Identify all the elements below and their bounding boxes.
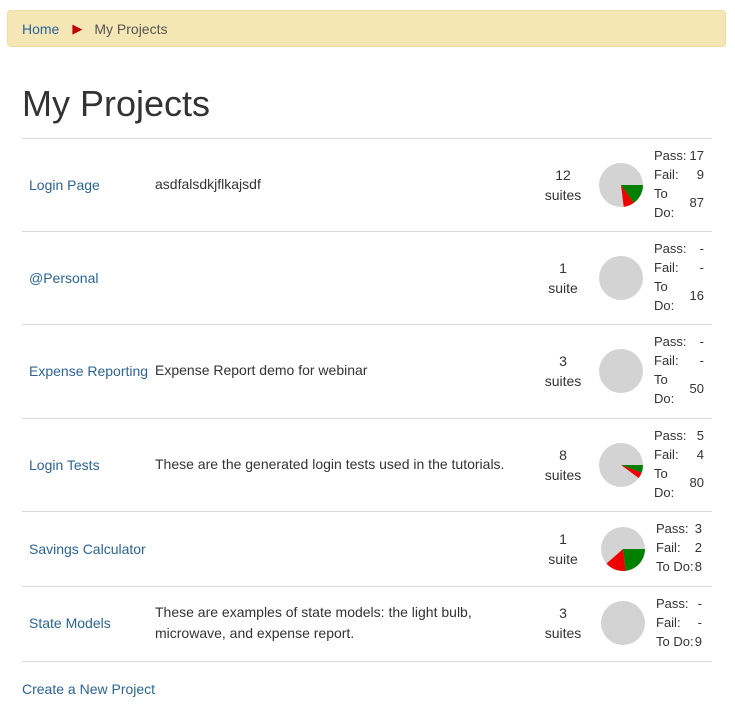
test-stats: Pass: 3 Fail: 2 To Do: 8: [656, 519, 702, 576]
fail-label: Fail:: [654, 447, 679, 462]
pass-label: Pass:: [654, 334, 687, 349]
create-new-project-link[interactable]: Create a New Project: [22, 681, 155, 697]
todo-count: 16: [689, 288, 704, 303]
project-list: Login Page asdfalsdkjflkajsdf 12 suites …: [22, 138, 712, 662]
suite-count-number: 1: [559, 531, 567, 547]
project-name-link[interactable]: Expense Reporting: [29, 363, 148, 379]
fail-count: 2: [694, 540, 702, 555]
fail-label: Fail:: [654, 260, 679, 275]
test-status-pie-chart: [599, 163, 643, 207]
project-name-link[interactable]: Login Page: [29, 177, 100, 193]
pass-label: Pass:: [654, 428, 687, 443]
fail-count: -: [699, 260, 704, 275]
suite-count-number: 3: [559, 353, 567, 369]
project-row: Savings Calculator 1 suite Pass: 3 Fail: 2…: [22, 512, 712, 587]
fail-count: -: [697, 615, 702, 630]
pass-label: Pass:: [654, 148, 687, 163]
todo-label: To Do:: [654, 186, 675, 220]
todo-count: 87: [689, 195, 704, 210]
fail-count: -: [699, 353, 704, 368]
pie-slice-todo: [599, 349, 643, 393]
fail-label: Fail:: [656, 540, 681, 555]
suite-count-unit: suite: [548, 280, 578, 296]
suite-count-number: 12: [555, 167, 571, 183]
pie-slice-pass: [623, 549, 645, 571]
todo-label: To Do:: [654, 372, 675, 406]
breadcrumb-home-link[interactable]: Home: [22, 21, 59, 37]
project-row: Login Page asdfalsdkjflkajsdf 12 suites …: [22, 139, 712, 232]
pass-label: Pass:: [656, 596, 689, 611]
fail-label: Fail:: [654, 353, 679, 368]
todo-count: 50: [689, 381, 704, 396]
suite-count-unit: suites: [544, 373, 582, 389]
todo-label: To Do:: [656, 634, 694, 649]
project-description: These are the generated login tests used…: [155, 456, 505, 472]
breadcrumb-separator-icon: ▶: [72, 20, 83, 36]
pass-count: 3: [694, 521, 702, 536]
project-description: These are examples of state models: the …: [155, 604, 472, 641]
fail-count: 9: [696, 167, 704, 182]
test-status-pie-chart: [601, 527, 645, 572]
pass-count: 17: [689, 148, 704, 163]
page-title: My Projects: [22, 83, 211, 124]
project-row: Login Tests These are the generated logi…: [22, 419, 712, 512]
fail-count: 4: [696, 447, 704, 462]
todo-count: 9: [694, 634, 702, 649]
project-row: Expense Reporting Expense Report demo fo…: [22, 325, 712, 419]
pass-count: -: [697, 596, 702, 611]
pass-label: Pass:: [656, 521, 689, 536]
pass-count: -: [699, 334, 704, 349]
test-status-pie-chart: [599, 349, 643, 393]
pass-count: 5: [696, 428, 704, 443]
test-status-pie-chart: [599, 443, 643, 487]
todo-count: 80: [689, 475, 704, 490]
project-description: Expense Report demo for webinar: [155, 362, 368, 378]
pass-count: -: [699, 241, 704, 256]
suite-count-number: 8: [559, 447, 567, 463]
project-name-link[interactable]: Login Tests: [29, 457, 100, 473]
pie-slice-todo: [599, 256, 643, 300]
suite-count: 12 suites: [537, 165, 589, 205]
test-stats: Pass: 5 Fail: 4 To Do: 80: [654, 426, 704, 502]
pass-label: Pass:: [654, 241, 687, 256]
suite-count: 3 suites: [537, 603, 589, 643]
todo-count: 8: [694, 559, 702, 574]
todo-label: To Do:: [654, 279, 675, 313]
suite-count: 1 suite: [537, 258, 589, 298]
breadcrumb: Home ▶ My Projects: [7, 10, 726, 47]
suite-count-unit: suites: [544, 625, 582, 641]
project-name-link[interactable]: @Personal: [29, 270, 98, 286]
suite-count-unit: suite: [548, 551, 578, 567]
project-name-link[interactable]: Savings Calculator: [29, 541, 146, 557]
suite-count-unit: suites: [544, 467, 582, 483]
project-row: @Personal 1 suite Pass: - Fail: - To Do: 1…: [22, 232, 712, 325]
suite-count: 3 suites: [537, 351, 589, 391]
test-stats: Pass: - Fail: - To Do: 9: [656, 594, 702, 651]
fail-label: Fail:: [654, 167, 679, 182]
todo-label: To Do:: [654, 466, 675, 500]
test-stats: Pass: - Fail: - To Do: 16: [654, 239, 704, 315]
suite-count: 1 suite: [537, 529, 589, 569]
suite-count-number: 3: [559, 605, 567, 621]
suite-count-number: 1: [559, 260, 567, 276]
pie-slice-todo: [601, 601, 645, 645]
project-name-link[interactable]: State Models: [29, 615, 111, 631]
suite-count-unit: suites: [544, 187, 582, 203]
test-stats: Pass: - Fail: - To Do: 50: [654, 332, 704, 408]
test-stats: Pass: 17 Fail: 9 To Do: 87: [654, 146, 704, 222]
project-row: State Models These are examples of state…: [22, 587, 712, 662]
test-status-pie-chart: [599, 256, 643, 300]
todo-label: To Do:: [656, 559, 694, 574]
suite-count: 8 suites: [537, 445, 589, 485]
fail-label: Fail:: [656, 615, 681, 630]
breadcrumb-current: My Projects: [94, 20, 168, 37]
project-description: asdfalsdkjflkajsdf: [155, 176, 261, 192]
test-status-pie-chart: [601, 601, 645, 645]
